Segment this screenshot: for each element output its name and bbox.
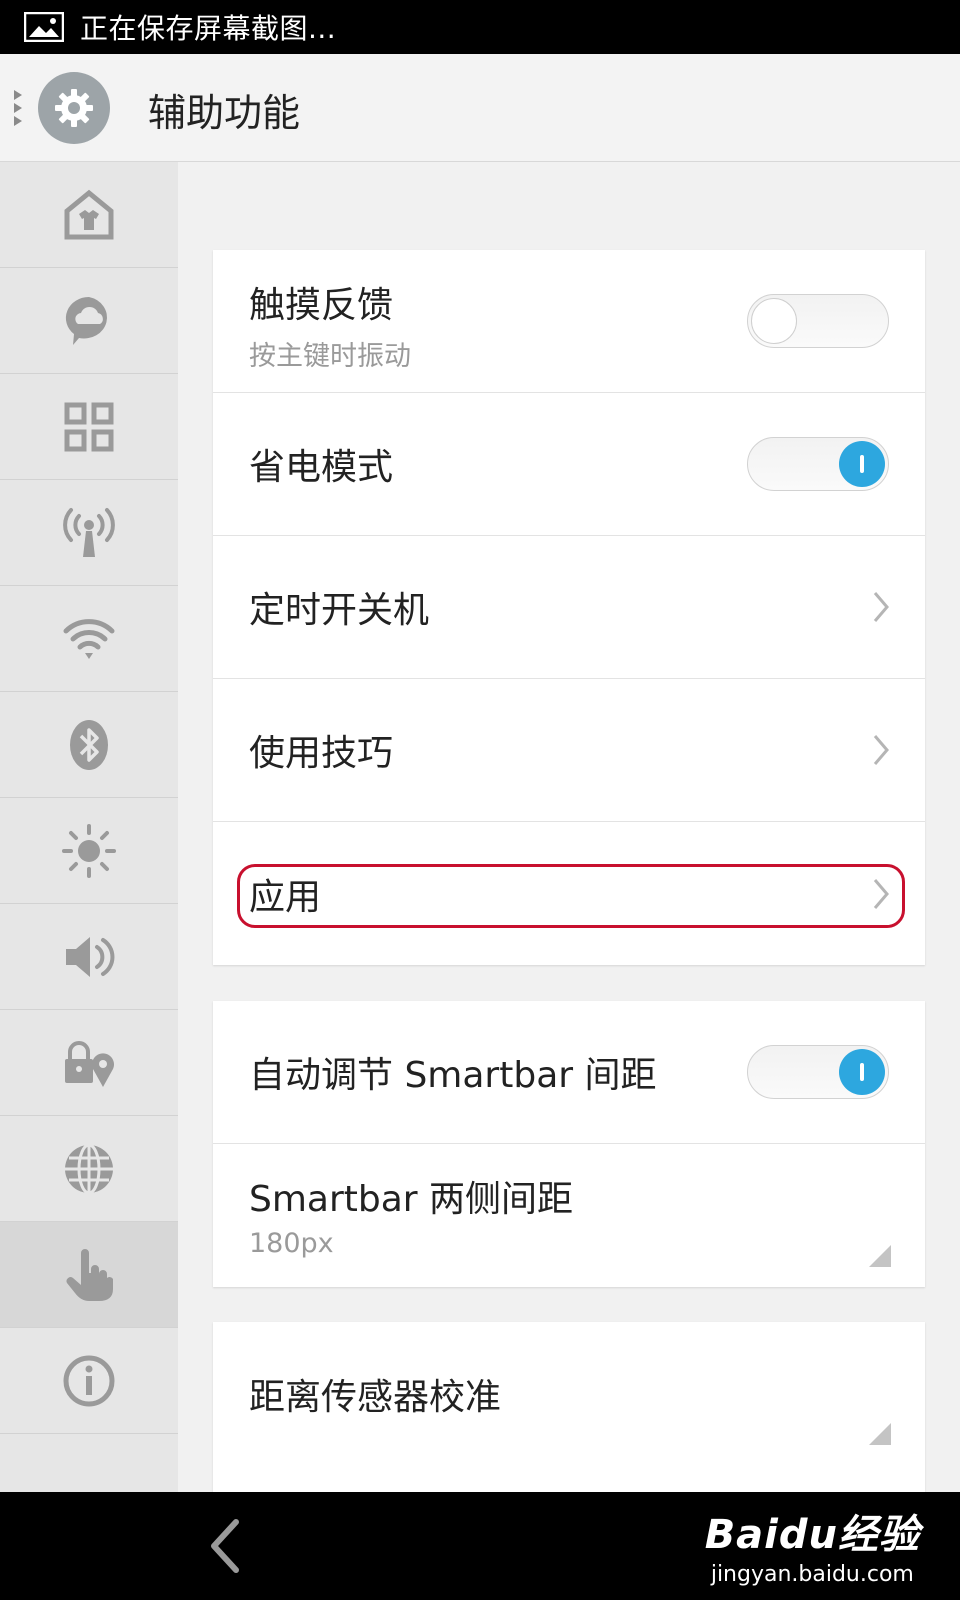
apps-row[interactable]: 应用 xyxy=(213,822,925,965)
smartbar-side-spacing-value: 180px xyxy=(249,1228,334,1259)
globe-icon xyxy=(65,1143,113,1194)
lock-location-icon xyxy=(65,1040,114,1087)
sidebar-item-apps[interactable] xyxy=(0,374,178,480)
settings-group-2: 自动调节 Smartbar 间距 Smartbar 两侧间距 180px xyxy=(213,1001,925,1287)
settings-group-1: 触摸反馈 按主键时振动 省电模式 定时开关机 使用技巧 应用 xyxy=(213,250,925,965)
haptic-feedback-row[interactable]: 触摸反馈 按主键时振动 xyxy=(213,250,925,393)
wifi-icon xyxy=(63,618,115,659)
status-bar: 正在保存屏幕截图... xyxy=(0,0,960,54)
chevron-right-icon xyxy=(873,735,889,765)
navigation-bar: Baidu经验 jingyan.baidu.com xyxy=(0,1492,960,1600)
haptic-feedback-toggle[interactable] xyxy=(747,294,889,348)
toggle-knob xyxy=(839,1049,885,1095)
sidebar-item-sound[interactable] xyxy=(0,904,178,1010)
smartbar-side-spacing-row[interactable]: Smartbar 两侧间距 180px xyxy=(213,1144,925,1287)
cloud-chat-icon xyxy=(65,296,108,345)
settings-group-3: 距离传感器校准 xyxy=(213,1322,925,1492)
scheduled-power-label: 定时开关机 xyxy=(249,590,430,631)
toggle-knob xyxy=(839,441,885,487)
bluetooth-icon xyxy=(70,719,108,770)
power-saving-toggle[interactable] xyxy=(747,437,889,491)
home-shirt-icon xyxy=(64,189,114,239)
red-highlight-box xyxy=(237,864,905,928)
status-text: 正在保存屏幕截图... xyxy=(80,12,337,45)
brightness-icon xyxy=(62,823,116,878)
smartbar-side-spacing-label: Smartbar 两侧间距 xyxy=(249,1179,574,1220)
smartbar-auto-spacing-toggle[interactable] xyxy=(747,1045,889,1099)
dropdown-corner-icon xyxy=(869,1423,891,1445)
haptic-feedback-sub: 按主键时振动 xyxy=(249,341,411,372)
watermark-logo: Baidu经验 xyxy=(704,1512,920,1558)
proximity-calibration-label: 距离传感器校准 xyxy=(249,1376,502,1418)
sidebar-item-cloud-service[interactable] xyxy=(0,268,178,374)
header: 辅助功能 xyxy=(0,54,960,162)
usage-tips-row[interactable]: 使用技巧 xyxy=(213,679,925,822)
smartbar-auto-spacing-label: 自动调节 Smartbar 间距 xyxy=(249,1055,657,1096)
grid-apps-icon xyxy=(64,402,114,451)
proximity-calibration-row[interactable]: 距离传感器校准 xyxy=(213,1322,925,1465)
image-icon xyxy=(24,12,64,42)
page-title: 辅助功能 xyxy=(148,91,301,135)
settings-gear-icon[interactable] xyxy=(38,72,110,144)
volume-icon xyxy=(66,936,115,977)
smartbar-auto-spacing-row[interactable]: 自动调节 Smartbar 间距 xyxy=(213,1001,925,1144)
toggle-knob xyxy=(751,298,797,344)
power-saving-label: 省电模式 xyxy=(249,447,394,488)
antenna-icon xyxy=(63,507,115,557)
sidebar-item-display[interactable] xyxy=(0,798,178,904)
dropdown-corner-icon xyxy=(869,1245,891,1267)
chevron-right-icon xyxy=(873,592,889,622)
info-icon xyxy=(63,1355,115,1406)
usage-tips-label: 使用技巧 xyxy=(249,733,394,774)
scheduled-power-row[interactable]: 定时开关机 xyxy=(213,536,925,679)
sidebar-item-about[interactable] xyxy=(0,1328,178,1434)
sidebar-item-language[interactable] xyxy=(0,1116,178,1222)
sidebar xyxy=(0,162,178,1492)
sidebar-item-wifi[interactable] xyxy=(0,586,178,692)
hand-pointer-icon xyxy=(66,1248,113,1301)
drawer-handle-icon[interactable] xyxy=(12,88,24,128)
watermark-url: jingyan.baidu.com xyxy=(710,1562,914,1587)
sidebar-item-bluetooth[interactable] xyxy=(0,692,178,798)
sidebar-item-personalize[interactable] xyxy=(0,162,178,268)
back-icon[interactable] xyxy=(206,1518,242,1574)
sidebar-item-security-location[interactable] xyxy=(0,1010,178,1116)
sidebar-item-network[interactable] xyxy=(0,480,178,586)
baidu-watermark: Baidu经验 jingyan.baidu.com xyxy=(705,1502,920,1587)
haptic-feedback-label: 触摸反馈 xyxy=(249,285,394,326)
power-saving-row[interactable]: 省电模式 xyxy=(213,393,925,536)
sidebar-item-accessibility[interactable] xyxy=(0,1222,178,1328)
